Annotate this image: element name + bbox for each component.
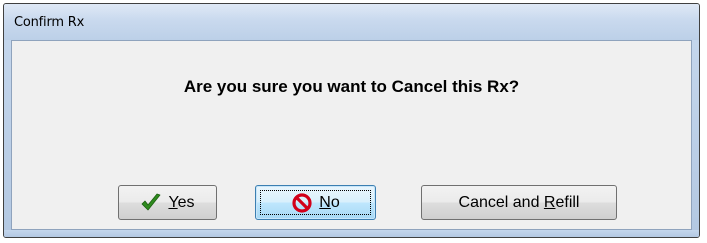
prohibited-icon bbox=[291, 192, 313, 214]
refill-mnemonic: R bbox=[543, 193, 556, 211]
checkmark-icon bbox=[140, 192, 162, 214]
no-button-label: No bbox=[319, 194, 339, 212]
yes-button[interactable]: Yes bbox=[118, 185, 217, 220]
cancel-and-refill-button[interactable]: Cancel and Refill bbox=[421, 185, 617, 220]
refill-label-before: Cancel and bbox=[458, 193, 544, 211]
dialog-body: Are you sure you want to Cancel this Rx?… bbox=[11, 40, 692, 230]
confirm-message: Are you sure you want to Cancel this Rx? bbox=[183, 77, 520, 96]
no-mnemonic: N bbox=[319, 193, 331, 211]
window-frame-right bbox=[692, 40, 699, 237]
focus-rectangle bbox=[260, 190, 371, 215]
window-frame-bottom bbox=[4, 230, 699, 237]
confirm-rx-dialog: Confirm Rx Are you sure you want to Canc… bbox=[3, 3, 700, 238]
refill-label-rest: efill bbox=[555, 193, 580, 211]
window-frame-left bbox=[4, 40, 11, 237]
yes-label-rest: es bbox=[177, 193, 195, 211]
title-bar[interactable]: Confirm Rx bbox=[4, 4, 699, 40]
cancel-and-refill-label: Cancel and Refill bbox=[459, 194, 580, 212]
yes-button-label: Yes bbox=[168, 194, 194, 212]
no-button[interactable]: No bbox=[255, 185, 376, 220]
yes-mnemonic: Y bbox=[168, 193, 178, 211]
no-label-rest: o bbox=[330, 193, 340, 211]
window-title: Confirm Rx bbox=[14, 15, 85, 30]
